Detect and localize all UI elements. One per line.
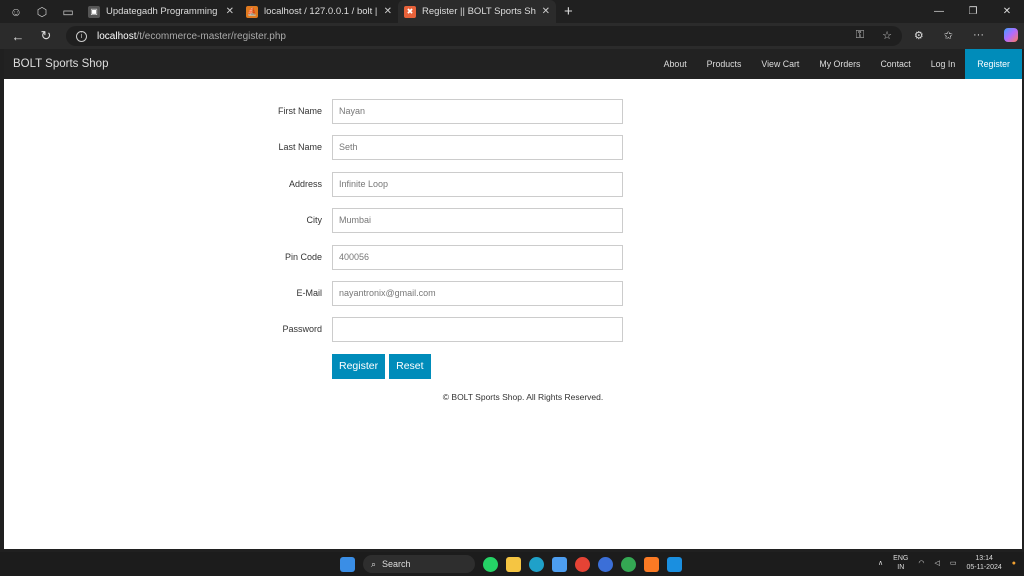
system-tray: ∧ ENG IN ◠ ◁ ▭ 13:14 05-11-2024 ● xyxy=(878,554,1016,572)
register-button[interactable]: Register xyxy=(332,354,385,379)
url-host: localhost xyxy=(97,31,136,42)
tab-actions-icon[interactable]: ▭ xyxy=(60,4,76,20)
address-label: Address xyxy=(289,179,322,189)
reset-button[interactable]: Reset xyxy=(389,354,430,379)
app-icon[interactable] xyxy=(598,557,613,572)
email-input[interactable]: nayantronix@gmail.com xyxy=(332,281,623,306)
site-menu: About Products View Cart My Orders Conta… xyxy=(654,49,1022,79)
last-name-label: Last Name xyxy=(278,142,322,152)
chrome-icon[interactable] xyxy=(575,557,590,572)
window-controls: — ❐ ✕ xyxy=(922,0,1024,23)
form-buttons: Register Reset xyxy=(332,354,431,379)
close-tab-icon[interactable]: ✕ xyxy=(384,6,392,17)
favorite-star-icon[interactable]: ☆ xyxy=(882,29,892,42)
site-info-icon[interactable]: i xyxy=(76,31,87,42)
copilot-icon[interactable] xyxy=(1004,28,1018,42)
wifi-icon[interactable]: ◠ xyxy=(918,559,924,567)
extensions-icon[interactable]: ⚙ xyxy=(914,29,924,42)
close-tab-icon[interactable]: ✕ xyxy=(542,6,550,17)
password-label: Password xyxy=(282,324,322,334)
form-row-pin-code: Pin Code 400056 xyxy=(4,245,1022,271)
nav-view-cart[interactable]: View Cart xyxy=(751,49,809,79)
pin-code-input[interactable]: 400056 xyxy=(332,245,623,270)
last-name-input[interactable]: Seth xyxy=(332,135,623,160)
first-name-input[interactable]: Nayan xyxy=(332,99,623,124)
language-indicator[interactable]: ENG IN xyxy=(893,554,908,572)
close-tab-icon[interactable]: ✕ xyxy=(226,6,234,17)
tab-title: Updategadh Programming - Upd xyxy=(106,6,220,17)
file-explorer-icon[interactable] xyxy=(506,557,521,572)
nav-my-orders[interactable]: My Orders xyxy=(809,49,870,79)
site-navbar: BOLT Sports Shop About Products View Car… xyxy=(4,49,1022,79)
more-icon[interactable]: ··· xyxy=(973,29,984,41)
form-row-address: Address Infinite Loop xyxy=(4,172,1022,198)
favorites-icon[interactable]: ✩ xyxy=(944,29,953,42)
site-brand[interactable]: BOLT Sports Shop xyxy=(4,58,654,70)
app-icon[interactable] xyxy=(552,557,567,572)
close-window-icon[interactable]: ✕ xyxy=(990,0,1024,23)
notification-bell-icon[interactable]: ● xyxy=(1012,560,1016,567)
nav-products[interactable]: Products xyxy=(697,49,752,79)
phpmyadmin-favicon-icon: ⛵ xyxy=(246,6,258,18)
address-bar[interactable]: i localhost/t/ecommerce-master/register.… xyxy=(66,26,902,46)
tab-register[interactable]: ✖ Register || BOLT Sports Shop ✕ xyxy=(398,0,556,23)
form-row-last-name: Last Name Seth xyxy=(4,135,1022,161)
xampp-icon[interactable] xyxy=(644,557,659,572)
nav-register[interactable]: Register xyxy=(965,49,1022,79)
edge-icon[interactable] xyxy=(529,557,544,572)
windows-taskbar: ⌕ Search ∧ ENG IN ◠ ◁ ▭ 13:14 05-11-2024… xyxy=(0,552,1024,576)
volume-icon[interactable]: ◁ xyxy=(934,559,939,567)
windows-start-icon[interactable] xyxy=(340,557,355,572)
minimize-icon[interactable]: — xyxy=(922,0,956,23)
url-path: /t/ecommerce-master/register.php xyxy=(136,31,286,42)
email-label: E-Mail xyxy=(296,288,322,298)
tab-updategadh[interactable]: ▣ Updategadh Programming - Upd ✕ xyxy=(82,0,240,23)
city-input[interactable]: Mumbai xyxy=(332,208,623,233)
search-label: Search xyxy=(382,559,411,569)
whatsapp-icon[interactable] xyxy=(483,557,498,572)
restore-icon[interactable]: ❐ xyxy=(956,0,990,23)
tab-title: localhost / 127.0.0.1 / bolt | phpM xyxy=(264,6,378,17)
password-input[interactable] xyxy=(332,317,623,342)
tab-title: Register || BOLT Sports Shop xyxy=(422,6,536,17)
nav-contact[interactable]: Contact xyxy=(870,49,920,79)
address-input[interactable]: Infinite Loop xyxy=(332,172,623,197)
key-icon[interactable]: ⚿ xyxy=(856,29,864,42)
nav-about[interactable]: About xyxy=(654,49,697,79)
pin-code-label: Pin Code xyxy=(285,252,322,262)
search-icon: ⌕ xyxy=(371,559,376,570)
form-row-email: E-Mail nayantronix@gmail.com xyxy=(4,281,1022,307)
new-tab-icon[interactable]: + xyxy=(564,3,573,20)
refresh-icon[interactable]: ↻ xyxy=(32,28,60,44)
clock[interactable]: 13:14 05-11-2024 xyxy=(966,554,1001,572)
web-page: BOLT Sports Shop About Products View Car… xyxy=(4,49,1022,549)
tab-favicon-icon: ▣ xyxy=(88,6,100,18)
form-row-first-name: First Name Nayan xyxy=(4,99,1022,125)
tab-phpmyadmin[interactable]: ⛵ localhost / 127.0.0.1 / bolt | phpM ✕ xyxy=(240,0,398,23)
first-name-label: First Name xyxy=(278,106,322,116)
back-icon[interactable]: ← xyxy=(4,29,32,44)
workspaces-icon[interactable]: ⬡ xyxy=(34,4,50,20)
chevron-up-icon[interactable]: ∧ xyxy=(878,559,883,567)
address-toolbar: ← ↻ i localhost/t/ecommerce-master/regis… xyxy=(0,23,1024,49)
nav-log-in[interactable]: Log In xyxy=(921,49,965,79)
vscode-icon[interactable] xyxy=(667,557,682,572)
form-row-city: City Mumbai xyxy=(4,208,1022,234)
profile-icon[interactable]: ☺ xyxy=(8,4,24,20)
taskbar-search[interactable]: ⌕ Search xyxy=(363,555,475,573)
chrome-icon[interactable] xyxy=(621,557,636,572)
site-footer: © BOLT Sports Shop. All Rights Reserved. xyxy=(4,392,1022,402)
browser-tab-bar: ☺ ⬡ ▭ ▣ Updategadh Programming - Upd ✕ ⛵… xyxy=(0,0,1024,23)
xampp-favicon-icon: ✖ xyxy=(404,6,416,18)
form-row-password: Password xyxy=(4,317,1022,343)
city-label: City xyxy=(307,215,323,225)
battery-icon[interactable]: ▭ xyxy=(950,559,957,567)
